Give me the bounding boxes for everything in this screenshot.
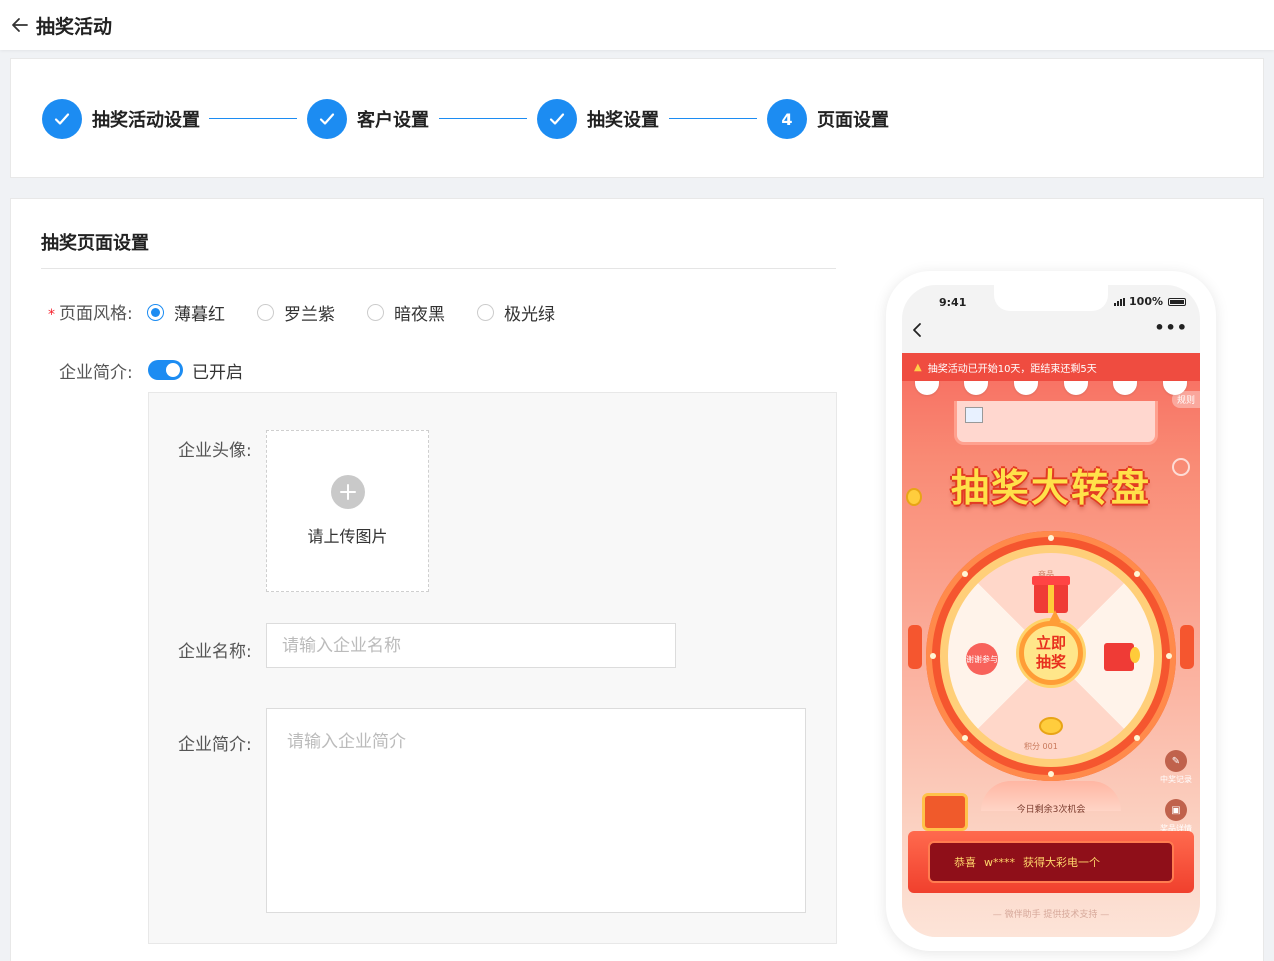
- logo-frame: [954, 401, 1158, 445]
- winner-prize: 获得大彩电一个: [1023, 856, 1100, 869]
- back-arrow-icon[interactable]: [10, 15, 30, 35]
- step-label: 客户设置: [357, 110, 429, 131]
- step-connector: [209, 118, 297, 119]
- rules-button[interactable]: 规则: [1171, 391, 1200, 408]
- radio-label: 薄暮红: [174, 305, 225, 325]
- signal-icon: [1114, 297, 1126, 306]
- step-label: 抽奖设置: [587, 110, 659, 131]
- more-icon[interactable]: •••: [1154, 320, 1188, 336]
- battery-icon: [1168, 297, 1186, 306]
- winner-prefix: 恭喜: [954, 856, 976, 869]
- company-intro-textarea[interactable]: [266, 708, 806, 913]
- step-label: 抽奖活动设置: [92, 110, 200, 131]
- status-time: 9:41: [939, 296, 967, 309]
- lottery-title: 抽奖大转盘: [950, 466, 1151, 510]
- phone-screen: 9:41 100% ••• ▲ 抽奖活动已开始10天，距结束还剩5天 规则 抽奖…: [902, 285, 1200, 937]
- switch-status: 已开启: [192, 363, 243, 383]
- steps-card: 抽奖活动设置 客户设置 抽奖设置 4 页面设置: [10, 58, 1264, 178]
- broken-image-icon: [965, 407, 983, 423]
- battery-percent: 100%: [1129, 295, 1163, 308]
- step-2[interactable]: 客户设置: [307, 99, 429, 139]
- divider: [41, 268, 836, 269]
- step-1[interactable]: 抽奖活动设置: [42, 99, 200, 139]
- win-records-button[interactable]: ✎ 中奖记录: [1156, 750, 1196, 785]
- upload-text: 请上传图片: [307, 527, 388, 546]
- page-title: 抽奖活动: [36, 15, 113, 38]
- prize-wheel: 商品 谢谢参与 积分 001 立即 抽奖: [926, 531, 1176, 781]
- bell-icon: ▲: [914, 361, 922, 373]
- radio-dot: [147, 304, 164, 321]
- radio-dot: [477, 304, 494, 321]
- company-name-label: 企业名称:: [178, 642, 252, 662]
- phone-notch: [994, 285, 1108, 311]
- radio-label: 罗兰紫: [284, 305, 335, 325]
- radio-dot: [367, 304, 384, 321]
- switch-knob: [166, 363, 180, 377]
- gift-small-icon: ▣: [1165, 799, 1187, 821]
- gift-icon: [1032, 576, 1070, 613]
- radio-label: 暗夜黑: [394, 305, 445, 325]
- style-radio-red[interactable]: 薄暮红: [147, 300, 225, 325]
- style-label: * 页面风格:: [48, 304, 133, 324]
- check-icon: [307, 99, 347, 139]
- style-radio-green[interactable]: 极光绿: [477, 300, 555, 325]
- lottery-page: ▲ 抽奖活动已开始10天，距结束还剩5天 规则 抽奖大转盘 商品 谢谢参与 积分…: [902, 353, 1200, 937]
- step-3[interactable]: 抽奖设置: [537, 99, 659, 139]
- intro-toggle-label: 企业简介:: [59, 363, 133, 383]
- awning-decoration: [902, 381, 1200, 401]
- notice-bar: ▲ 抽奖活动已开始10天，距结束还剩5天: [902, 353, 1200, 381]
- nav-back-icon[interactable]: [911, 322, 925, 338]
- wheel-side-left: [908, 625, 922, 669]
- notice-text: 抽奖活动已开始10天，距结束还剩5天: [927, 363, 1097, 375]
- style-radio-purple[interactable]: 罗兰紫: [257, 300, 335, 325]
- gift-icon: [1104, 643, 1140, 671]
- section-title: 抽奖页面设置: [41, 233, 149, 254]
- phone-preview: 9:41 100% ••• ▲ 抽奖活动已开始10天，距结束还剩5天 规则 抽奖…: [886, 271, 1216, 951]
- draw-now-button[interactable]: 立即 抽奖: [1019, 610, 1083, 685]
- intro-toggle-switch[interactable]: [148, 360, 183, 380]
- wheel-side-right: [1180, 625, 1194, 669]
- avatar-upload[interactable]: 请上传图片: [266, 430, 429, 592]
- check-icon: [537, 99, 577, 139]
- avatar-label: 企业头像:: [178, 441, 252, 461]
- company-info-panel: 企业头像: 请上传图片 企业名称: 企业简介:: [148, 392, 837, 944]
- status-bar-right: 100%: [1114, 295, 1186, 308]
- step-number: 4: [767, 99, 807, 139]
- company-intro-label: 企业简介:: [178, 735, 252, 755]
- radio-label: 极光绿: [504, 305, 555, 325]
- edit-icon: ✎: [1165, 750, 1187, 772]
- prize-bottom-label: 积分 001: [1024, 742, 1058, 751]
- thanks-icon: 谢谢参与: [966, 643, 998, 675]
- step-4[interactable]: 4 页面设置: [767, 99, 889, 139]
- step-connector: [669, 118, 757, 119]
- plus-icon: [330, 475, 365, 509]
- winner-name: w****: [984, 855, 1015, 869]
- winner-stage: 恭喜 w**** 获得大彩电一个: [908, 831, 1194, 893]
- step-connector: [439, 118, 527, 119]
- winner-marquee: 恭喜 w**** 获得大彩电一个: [928, 841, 1174, 883]
- company-name-input[interactable]: [266, 623, 676, 668]
- top-bar: 抽奖活动: [0, 0, 1274, 50]
- step-label: 页面设置: [817, 110, 889, 131]
- style-radio-black[interactable]: 暗夜黑: [367, 300, 445, 325]
- prize-details-button[interactable]: ▣ 奖品详情: [1156, 799, 1196, 834]
- coin-icon: [1039, 717, 1063, 735]
- check-icon: [42, 99, 82, 139]
- radio-dot: [257, 304, 274, 321]
- powered-by-footer: — 微伴助手 提供技术支持 —: [992, 910, 1110, 920]
